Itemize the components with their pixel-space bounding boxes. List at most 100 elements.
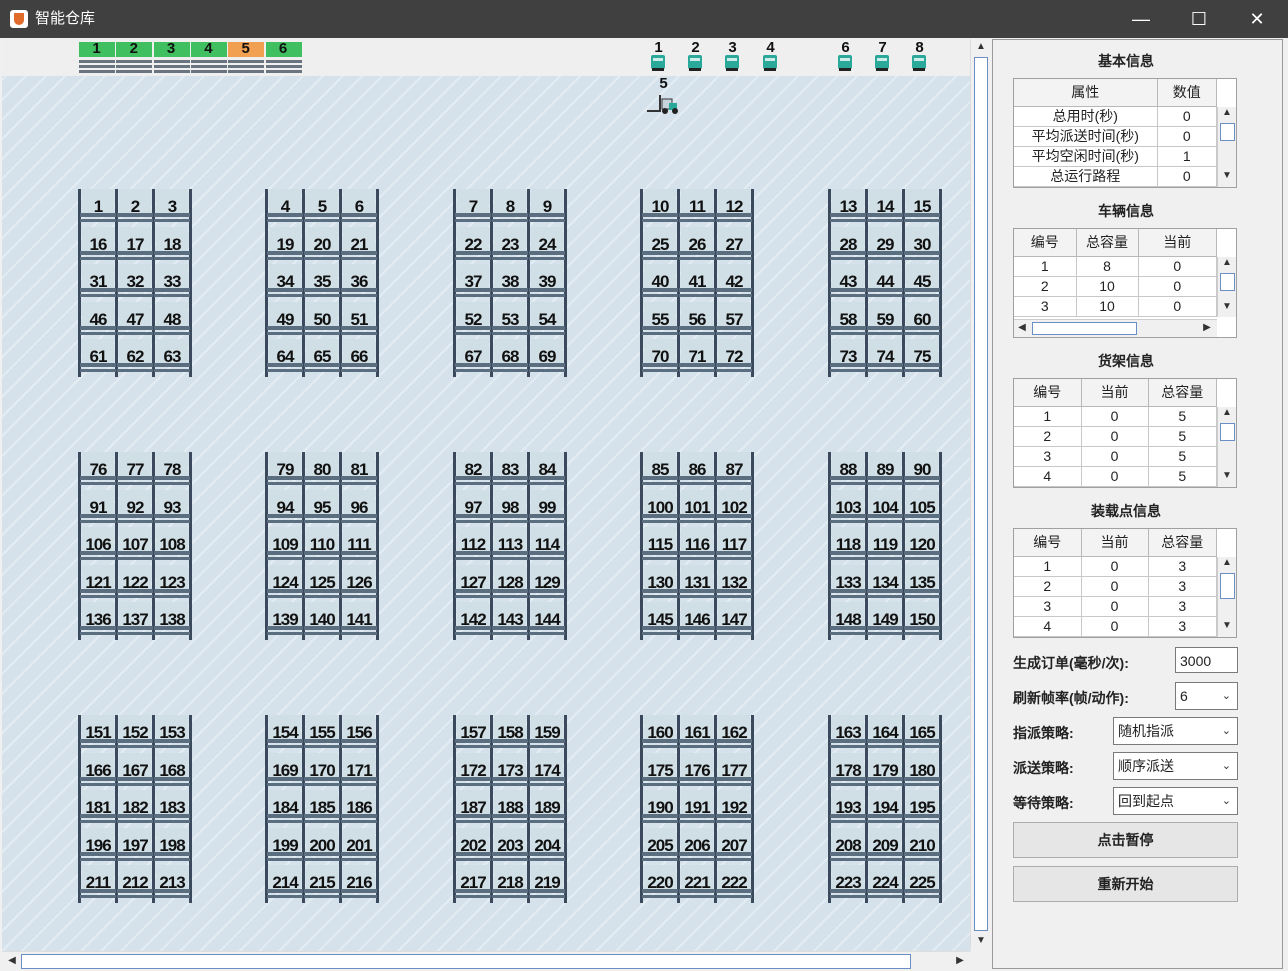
shelf-board xyxy=(679,594,715,598)
scroll-up-arrow-icon[interactable]: ▲ xyxy=(1219,107,1235,118)
shelf-slot: 220 xyxy=(642,865,678,902)
shelf-board xyxy=(642,363,678,367)
shelf-slot: 95 xyxy=(304,489,340,527)
shelf-board xyxy=(867,219,903,222)
table-scrollbar[interactable]: ▲ ▼ xyxy=(1217,407,1236,487)
cell: 0 xyxy=(1081,446,1149,467)
table-row[interactable]: 105 xyxy=(1014,406,1217,427)
shelf-board xyxy=(267,513,303,518)
minimize-button[interactable]: — xyxy=(1112,0,1170,38)
scroll-up-arrow-icon[interactable]: ▲ xyxy=(1219,557,1235,568)
scroll-up-arrow-icon[interactable]: ▲ xyxy=(973,41,989,52)
shelf-board xyxy=(716,745,752,748)
loading-dock: 2 xyxy=(115,39,153,76)
shelf-board xyxy=(867,213,903,217)
shelf-board xyxy=(904,331,940,335)
forklift-side-icon xyxy=(647,95,678,114)
assign-strategy-label: 指派策略: xyxy=(1013,725,1074,741)
shelf-board xyxy=(529,482,565,485)
table-scrollbar[interactable]: ▲ ▼ xyxy=(1217,557,1236,637)
scroll-up-arrow-icon[interactable]: ▲ xyxy=(1219,257,1235,268)
scroll-down-arrow-icon[interactable]: ▼ xyxy=(1219,470,1235,481)
table-row[interactable]: 405 xyxy=(1014,466,1217,487)
shelf-board xyxy=(904,626,940,630)
shelf-board xyxy=(716,519,752,523)
shelf-board xyxy=(830,219,866,222)
canvas-vertical-scrollbar[interactable]: ▲ ▼ xyxy=(970,39,990,951)
scroll-up-arrow-icon[interactable]: ▲ xyxy=(1219,407,1235,418)
pause-button[interactable]: 点击暂停 xyxy=(1013,822,1238,858)
cell: 10 xyxy=(1076,276,1139,297)
scroll-thumb[interactable] xyxy=(1220,423,1235,441)
cell: 3 xyxy=(1148,576,1217,597)
table-row[interactable]: 205 xyxy=(1014,426,1217,447)
frame-rate-select[interactable]: 6 ⌄ xyxy=(1175,682,1238,710)
restart-button[interactable]: 重新开始 xyxy=(1013,866,1238,902)
shelf-board xyxy=(529,557,565,560)
wait-strategy-select[interactable]: 回到起点 ⌄ xyxy=(1113,787,1238,815)
shelf-board xyxy=(154,219,190,222)
shelf-slot: 96 xyxy=(341,489,377,527)
assign-strategy-select[interactable]: 随机指派 ⌄ xyxy=(1113,717,1238,745)
scroll-down-arrow-icon[interactable]: ▼ xyxy=(1219,301,1235,312)
close-button[interactable]: ✕ xyxy=(1228,0,1286,38)
shelf-slot: 113 xyxy=(492,527,528,564)
table-row[interactable]: 203 xyxy=(1014,576,1217,597)
shelf-board xyxy=(716,782,752,786)
scroll-down-arrow-icon[interactable]: ▼ xyxy=(1219,620,1235,631)
table-scrollbar[interactable]: ▲ ▼ xyxy=(1217,107,1236,187)
table-row[interactable]: 305 xyxy=(1014,446,1217,467)
shelf-board xyxy=(304,889,340,893)
scroll-thumb[interactable] xyxy=(1220,123,1235,141)
scroll-down-arrow-icon[interactable]: ▼ xyxy=(973,935,989,946)
table-row[interactable]: 平均空闲时间(秒) 1 xyxy=(1014,146,1217,167)
table-row[interactable]: 3 10 0 xyxy=(1014,296,1217,317)
vertical-scroll-thumb[interactable] xyxy=(974,57,988,931)
table-row[interactable]: 2 10 0 xyxy=(1014,276,1217,297)
table-row[interactable]: 303 xyxy=(1014,596,1217,617)
shelf-board xyxy=(867,482,903,485)
table-row[interactable]: 180 xyxy=(1014,256,1217,277)
shelf-board xyxy=(492,857,528,861)
cell: 0 xyxy=(1157,166,1217,187)
title-bar: 智能仓库 — ☐ ✕ xyxy=(0,0,1288,38)
shelf-board xyxy=(642,331,678,335)
shelf-board xyxy=(642,294,678,297)
table-row[interactable]: 总运行路程 0 xyxy=(1014,166,1217,187)
shelf-board xyxy=(830,213,866,217)
shelf-board xyxy=(529,363,565,367)
horizontal-scroll-thumb[interactable] xyxy=(21,954,911,969)
table-scrollbar[interactable]: ▲ ▼ xyxy=(1217,257,1236,317)
forklift-number: 3 xyxy=(728,39,737,56)
scroll-down-arrow-icon[interactable]: ▼ xyxy=(1219,170,1235,181)
scroll-right-arrow-icon[interactable]: ▶ xyxy=(1199,322,1215,333)
table-row[interactable]: 总用时(秒) 0 xyxy=(1014,106,1217,127)
maximize-button[interactable]: ☐ xyxy=(1170,0,1228,38)
scroll-thumb[interactable] xyxy=(1220,273,1235,291)
shelf-board xyxy=(642,551,678,555)
scroll-right-arrow-icon[interactable]: ▶ xyxy=(952,955,968,966)
table-row[interactable]: 403 xyxy=(1014,616,1217,637)
scroll-left-arrow-icon[interactable]: ◀ xyxy=(4,955,20,966)
shelf-board xyxy=(529,325,565,330)
table-row[interactable]: 103 xyxy=(1014,556,1217,577)
shelf-board xyxy=(80,557,116,560)
canvas-horizontal-scrollbar[interactable]: ◀ ▶ xyxy=(2,951,970,971)
scroll-left-arrow-icon[interactable]: ◀ xyxy=(1014,322,1030,333)
shelf-slot: 50 xyxy=(304,301,340,339)
scroll-thumb[interactable] xyxy=(1220,573,1235,599)
shelf-slot: 221 xyxy=(679,865,715,902)
shelf-slot: 158 xyxy=(492,715,528,752)
scroll-thumb[interactable] xyxy=(1032,322,1137,335)
shelf-board xyxy=(716,594,752,598)
shelf-board xyxy=(679,482,715,485)
dispatch-strategy-select[interactable]: 顺序派送 ⌄ xyxy=(1113,752,1238,780)
table-row[interactable]: 平均派送时间(秒) 0 xyxy=(1014,126,1217,147)
table-horizontal-scrollbar[interactable]: ◀ ▶ xyxy=(1014,319,1217,337)
basic-info-grid: 属性 数值 总用时(秒) 0 平均派送时间(秒) 0 平均空闲时间(秒) 1 总运行路程… xyxy=(1014,79,1217,187)
shelf-board xyxy=(830,895,866,898)
shelf-board xyxy=(679,632,715,635)
order-rate-input[interactable]: 3000 xyxy=(1175,647,1238,673)
shelf-board xyxy=(529,895,565,898)
shelf-board xyxy=(867,294,903,297)
